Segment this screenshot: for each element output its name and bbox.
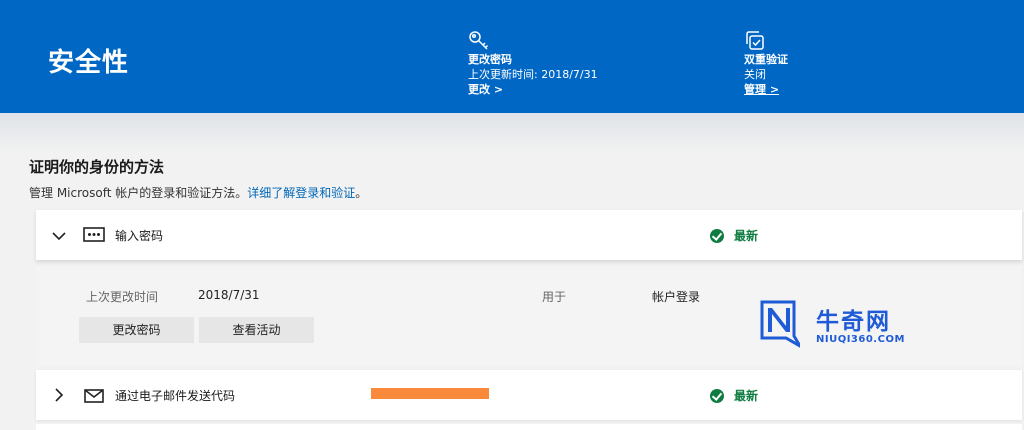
- change-password-title: 更改密码: [468, 53, 512, 66]
- status-badge: 最新: [710, 387, 758, 404]
- change-password-link[interactable]: 更改 >: [468, 82, 598, 97]
- status-text: 最新: [734, 229, 759, 243]
- shield-check-icon: [744, 30, 766, 52]
- learn-more-link[interactable]: 详细了解登录和验证: [247, 186, 355, 200]
- view-activity-button[interactable]: 查看活动: [199, 317, 314, 343]
- change-password-panel: 更改密码 上次更新时间: 2018/7/31 更改 >: [468, 30, 598, 97]
- niuqi-logo-icon: [758, 298, 805, 351]
- used-for-label: 用于: [542, 290, 567, 304]
- redacted-email: [371, 388, 489, 399]
- two-step-title: 双重验证: [744, 53, 788, 66]
- status-badge: 最新: [710, 227, 758, 244]
- last-changed-value: 2018/7/31: [198, 288, 260, 302]
- two-step-status: 关闭: [744, 68, 766, 81]
- check-circle-icon: [710, 389, 724, 403]
- last-changed-label: 上次更改时间: [86, 290, 159, 304]
- method-row-next: [36, 424, 1022, 430]
- section-title: 证明你的身份的方法: [29, 158, 165, 176]
- method-label: 输入密码: [115, 229, 164, 243]
- method-label: 通过电子邮件发送代码: [115, 389, 236, 403]
- section-desc-end: 。: [355, 186, 368, 200]
- change-password-button[interactable]: 更改密码: [79, 317, 194, 343]
- chevron-down-icon[interactable]: [52, 228, 66, 242]
- method-row-password[interactable]: 输入密码 最新: [36, 210, 1022, 260]
- header-shadow: [0, 113, 1024, 153]
- page-header: 安全性 更改密码 上次更新时间: 2018/7/31 更改 > 双重验证 关闭 …: [0, 0, 1024, 113]
- status-text: 最新: [734, 389, 759, 403]
- key-icon: [468, 30, 490, 52]
- page-title: 安全性: [48, 48, 130, 78]
- watermark-logo: 牛奇网 NIUQI360.COM: [758, 298, 938, 354]
- watermark-text: 牛奇网: [816, 309, 891, 335]
- section-desc-text: 管理 Microsoft 帐户的登录和验证方法。: [29, 186, 248, 200]
- envelope-icon: [84, 388, 104, 407]
- section-description: 管理 Microsoft 帐户的登录和验证方法。详细了解登录和验证。: [29, 184, 367, 201]
- check-circle-icon: [710, 229, 724, 243]
- two-step-panel: 双重验证 关闭 管理 >: [744, 30, 788, 97]
- used-for-value: 帐户登录: [652, 290, 701, 304]
- password-dots-icon: [83, 227, 105, 246]
- chevron-right-icon[interactable]: [52, 387, 66, 402]
- watermark-url: NIUQI360.COM: [816, 334, 905, 345]
- password-last-updated: 上次更新时间: 2018/7/31: [468, 68, 598, 81]
- two-step-manage-link[interactable]: 管理 >: [744, 82, 788, 97]
- method-row-email[interactable]: 通过电子邮件发送代码 最新: [36, 370, 1022, 420]
